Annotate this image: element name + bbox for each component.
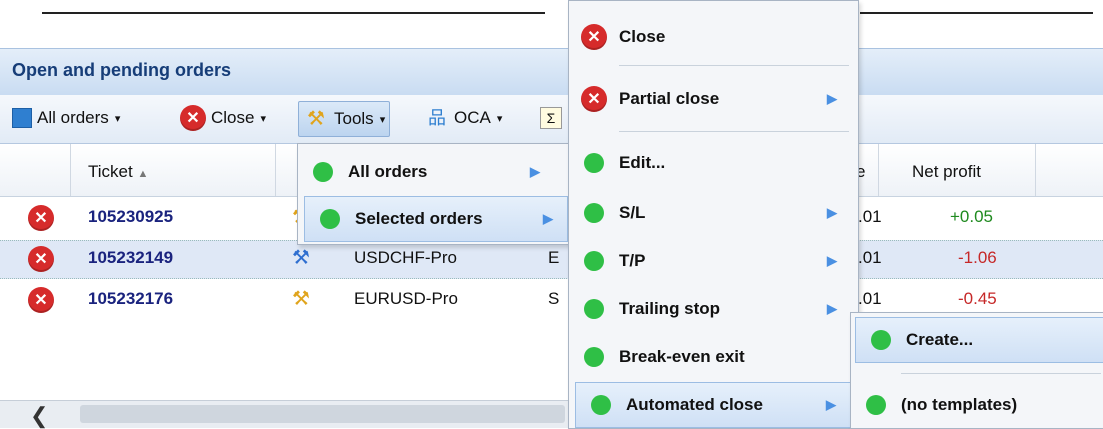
menu-item-tp[interactable]: T/P ▶ [569,239,858,283]
menu-item-label: Break-even exit [619,347,745,366]
bullet-icon [584,347,604,367]
close-icon[interactable]: ✕ [28,246,54,272]
bullet-icon [591,395,611,415]
submenu-arrow-icon: ▶ [827,205,837,220]
menu-item-partial-close[interactable]: ✕ Partial close ▶ [569,77,858,121]
bullet-icon [866,395,886,415]
menu-item-all-orders[interactable]: All orders ▶ [298,150,570,194]
chevron-down-icon: ▾ [114,112,121,125]
summary-button[interactable]: Σ [540,101,562,135]
menu-item-label: (no templates) [901,395,1018,414]
tools-icon[interactable]: ⚒ [288,247,314,269]
menu-separator [619,131,849,132]
symbol-cell: EURUSD-Pro [354,289,458,308]
tools-icon[interactable]: ⚒ [288,288,314,310]
chevron-down-icon: ▾ [496,112,503,125]
menu-item-close[interactable]: ✕ Close [569,15,858,59]
bullet-icon [584,203,604,223]
tools-icon: ⚒ [307,108,325,130]
menu-separator [619,65,849,66]
menu-item-sl[interactable]: S/L ▶ [569,191,858,235]
tools-menu: All orders ▶ Selected orders ▶ [297,143,571,245]
menu-item-automated-close[interactable]: Automated close ▶ [575,382,852,428]
bullet-icon [584,299,604,319]
menu-item-create[interactable]: Create... [855,317,1103,363]
close-icon: ✕ [581,24,607,50]
all-orders-dropdown[interactable]: All orders ▾ [12,101,120,135]
ticket-cell: 105232149 [88,248,174,267]
panel-title: Open and pending orders [12,60,232,80]
menu-item-label: Partial close [619,89,720,108]
ticket-cell: 105230925 [88,207,174,226]
oca-dropdown[interactable]: 品 OCA ▾ [425,101,502,135]
sigma-icon: Σ [540,107,562,129]
menu-item-label: All orders [348,162,428,181]
close-icon[interactable]: ✕ [28,287,54,313]
chevron-down-icon: ▾ [379,113,386,126]
list-icon [12,108,32,128]
submenu-arrow-icon: ▶ [827,91,837,106]
submenu-arrow-icon: ▶ [827,253,837,268]
menu-item-trailing-stop[interactable]: Trailing stop ▶ [569,287,858,331]
net-profit-cell: -0.45 [958,289,997,308]
menu-item-label: Create... [906,330,974,349]
menu-item-no-templates: (no templates) [851,383,1103,427]
scrollbar-thumb[interactable] [80,405,565,423]
top-divider-right [860,12,1093,14]
oca-label: OCA [454,108,491,127]
net-profit-cell: +0.05 [950,207,994,226]
column-separator [878,144,879,196]
bullet-icon [871,330,891,350]
price-cell: .01 [858,207,882,226]
sort-ascending-icon: ▲ [137,168,149,180]
tools-dropdown[interactable]: ⚒ Tools ▾ [298,101,391,137]
menu-separator [901,373,1101,374]
bullet-icon [584,251,604,271]
price-cell: .01 [858,248,882,267]
submenu-arrow-icon: ▶ [827,301,837,316]
net-profit-cell: -1.06 [958,248,997,267]
column-header-ticket[interactable]: Ticket ▲ [88,162,148,182]
menu-item-break-even-exit[interactable]: Break-even exit [569,335,858,379]
top-divider-left [42,12,545,14]
bullet-icon [313,162,333,182]
submenu-arrow-icon: ▶ [543,211,553,226]
menu-item-label: Trailing stop [619,299,721,318]
scroll-left-icon[interactable]: ❮ [30,403,48,429]
column-separator [70,144,71,196]
close-icon[interactable]: ✕ [28,205,54,231]
oca-icon: 品 [428,108,446,128]
column-separator [275,144,276,196]
tools-label: Tools [334,109,374,128]
bullet-icon [320,209,340,229]
close-label: Close [211,108,255,127]
menu-item-label: Close [619,27,666,46]
automated-close-menu: Create... (no templates) [850,312,1103,429]
ticket-cell: 105232176 [88,289,174,308]
submenu-arrow-icon: ▶ [826,397,836,412]
menu-item-edit[interactable]: Edit... [569,141,858,185]
chevron-down-icon: ▾ [260,112,266,125]
menu-item-selected-orders[interactable]: Selected orders ▶ [304,196,568,242]
type-cell: E [548,248,560,267]
type-cell: S [548,289,560,308]
column-separator [1035,144,1036,196]
menu-item-label: Automated close [626,395,763,414]
ticket-header-label: Ticket [88,162,133,181]
price-cell: .01 [858,289,882,308]
menu-item-label: Selected orders [355,209,483,228]
menu-item-label: S/L [619,203,646,222]
close-icon: ✕ [180,105,206,131]
menu-item-label: Edit... [619,153,666,172]
column-header-net-profit[interactable]: Net profit [912,162,981,182]
all-orders-label: All orders [37,108,109,127]
menu-item-label: T/P [619,251,646,270]
close-icon: ✕ [581,86,607,112]
symbol-cell: USDCHF-Pro [354,248,457,267]
selected-orders-menu: ✕ Close ✕ Partial close ▶ Edit... S/L ▶ … [568,0,859,429]
close-dropdown[interactable]: ✕ Close ▾ [180,101,266,135]
submenu-arrow-icon: ▶ [530,164,540,179]
bullet-icon [584,153,604,173]
